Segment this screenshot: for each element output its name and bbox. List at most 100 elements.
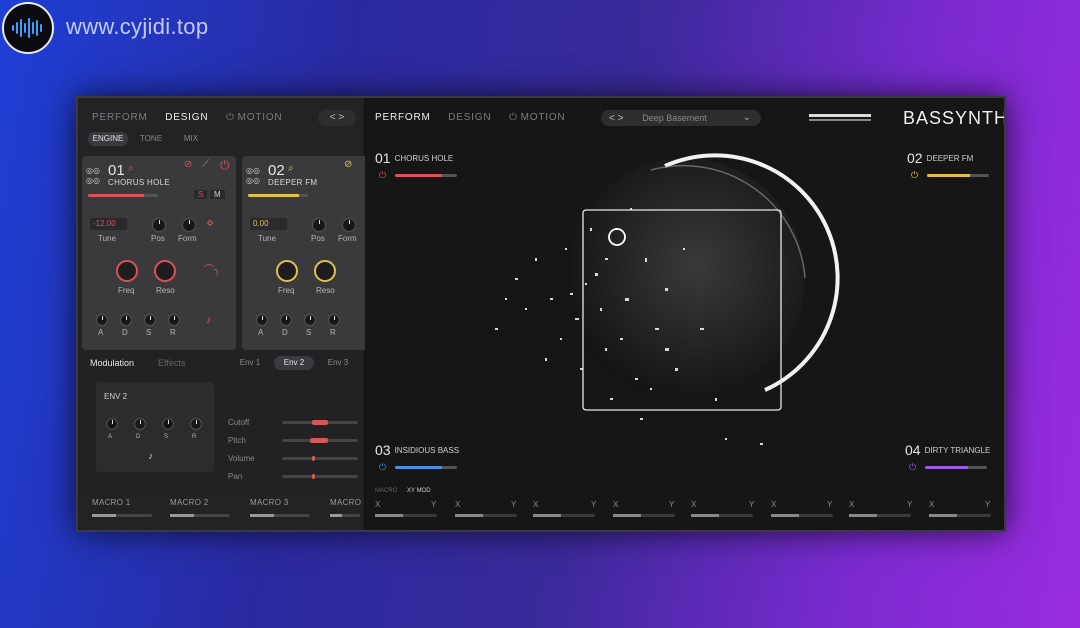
slot-1-decay-knob[interactable] xyxy=(120,314,132,326)
tab-env-1[interactable]: Env 1 xyxy=(232,356,268,370)
slot-2-decay-knob[interactable] xyxy=(280,314,292,326)
xy-8-y[interactable]: Y xyxy=(985,500,990,509)
slot-1-release-knob[interactable] xyxy=(168,314,180,326)
slot-2-level-bar[interactable] xyxy=(248,194,308,197)
mod-row-pitch-slider[interactable] xyxy=(282,438,358,443)
slot-1-attack-knob[interactable] xyxy=(96,314,108,326)
xy-3-bar[interactable] xyxy=(533,514,595,517)
slot-2-tune-value[interactable]: 0.00 xyxy=(250,218,287,230)
tab-modulation[interactable]: Modulation xyxy=(90,358,134,368)
slot-1-routing-icon[interactable]: ◎◎ ◎◎ xyxy=(86,166,100,186)
slot-2-freq-knob[interactable] xyxy=(276,260,298,282)
layer-04-power-icon[interactable]: ⏻ xyxy=(909,462,916,473)
xy-5-x[interactable]: X xyxy=(691,500,696,509)
slot-2-routing-icon[interactable]: ◎◎ ◎◎ xyxy=(246,166,260,186)
xy-8-bar[interactable] xyxy=(929,514,991,517)
slot-1-sustain-knob[interactable] xyxy=(144,314,156,326)
env-2-attack-knob[interactable] xyxy=(106,418,118,430)
xy-1-y[interactable]: Y xyxy=(431,500,436,509)
macro-1-label[interactable]: MACRO 1 xyxy=(92,498,131,507)
xy-5-bar[interactable] xyxy=(691,514,753,517)
layer-02[interactable]: 02 DEEPER FM ⏻ xyxy=(907,150,989,181)
xy-2-x[interactable]: X xyxy=(455,500,460,509)
perform-tab-motion[interactable]: MOTION xyxy=(521,112,566,123)
layer-02-power-icon[interactable]: ⏻ xyxy=(911,170,918,181)
layer-01-power-icon[interactable]: ⏻ xyxy=(379,170,386,181)
slot-1-wave-shape-icon[interactable]: ⋄ xyxy=(206,216,214,229)
xy-7-x[interactable]: X xyxy=(849,500,854,509)
env-2-note-icon[interactable]: ♪ xyxy=(148,452,153,462)
slot-1-note-icon[interactable]: ♪ xyxy=(206,316,211,326)
xy-4-x[interactable]: X xyxy=(613,500,618,509)
layer-01[interactable]: 01 CHORUS HOLE ⏻ xyxy=(375,150,457,181)
slot-1-link-icon[interactable]: ⟋ xyxy=(202,160,209,170)
subtab-mix[interactable]: MIX xyxy=(174,132,208,146)
slot-1-pos-knob[interactable] xyxy=(152,218,166,232)
prev-next-arrows[interactable]: < > xyxy=(318,110,356,126)
perform-tab-perform[interactable]: PERFORM xyxy=(375,112,431,123)
slot-2-search-icon[interactable]: ⌕ xyxy=(288,164,294,174)
xy-3-x[interactable]: X xyxy=(533,500,538,509)
preset-dropdown-icon[interactable]: ⌄ xyxy=(743,110,751,126)
slot-2-pos-knob[interactable] xyxy=(312,218,326,232)
env-2-sustain-knob[interactable] xyxy=(162,418,174,430)
mod-row-volume-slider[interactable] xyxy=(282,456,358,461)
xy-6-x[interactable]: X xyxy=(771,500,776,509)
slot-2-sustain-knob[interactable] xyxy=(304,314,316,326)
mod-row-cutoff-slider[interactable] xyxy=(282,420,358,425)
slot-1-filter-curve-icon[interactable]: ⌒╮ xyxy=(204,266,220,276)
xy-7-y[interactable]: Y xyxy=(907,500,912,509)
bottom-tab-macro[interactable]: MACRO xyxy=(375,488,397,494)
perform-tab-design[interactable]: DESIGN xyxy=(448,112,491,123)
slot-1-reso-knob[interactable] xyxy=(154,260,176,282)
layer-03-level[interactable] xyxy=(395,466,457,469)
mod-row-pan-slider[interactable] xyxy=(282,474,358,479)
preset-name[interactable]: Deep Basement xyxy=(642,113,707,123)
xy-2-bar[interactable] xyxy=(455,514,517,517)
env-2-release-knob[interactable] xyxy=(190,418,202,430)
macro-2-label[interactable]: MACRO 2 xyxy=(170,498,209,507)
master-volume-bar-2[interactable] xyxy=(809,119,871,121)
layer-03-power-icon[interactable]: ⏻ xyxy=(379,462,386,473)
tab-effects[interactable]: Effects xyxy=(158,358,185,368)
bottom-tab-xy-mod[interactable]: XY MOD xyxy=(407,488,431,494)
macro-3-label[interactable]: MACRO 3 xyxy=(250,498,289,507)
xy-4-bar[interactable] xyxy=(613,514,675,517)
xy-3-y[interactable]: Y xyxy=(591,500,596,509)
slot-1-mute-icon[interactable]: ⊘ xyxy=(184,160,192,170)
xy-6-bar[interactable] xyxy=(771,514,833,517)
tab-perform[interactable]: PERFORM xyxy=(92,112,148,123)
xy-5-y[interactable]: Y xyxy=(749,500,754,509)
slot-2-release-knob[interactable] xyxy=(328,314,340,326)
preset-browser[interactable]: < > Deep Basement ⌄ xyxy=(601,110,761,126)
slot-1-solo[interactable]: S xyxy=(194,190,208,199)
subtab-tone[interactable]: TONE xyxy=(134,132,168,146)
master-volume-bar[interactable] xyxy=(809,114,871,117)
slot-1-power-icon[interactable]: ⏻ xyxy=(220,159,230,171)
xy-8-x[interactable]: X xyxy=(929,500,934,509)
slot-1-form-knob[interactable] xyxy=(182,218,196,232)
layer-02-level[interactable] xyxy=(927,174,989,177)
slot-2-mute-icon[interactable]: ⊘ xyxy=(344,160,352,170)
layer-01-level[interactable] xyxy=(395,174,457,177)
subtab-engine[interactable]: ENGINE xyxy=(88,132,128,146)
slot-2-form-knob[interactable] xyxy=(342,218,356,232)
xy-1-x[interactable]: X xyxy=(375,500,380,509)
xy-2-y[interactable]: Y xyxy=(511,500,516,509)
tab-motion[interactable]: MOTION xyxy=(238,112,283,123)
tab-env-3[interactable]: Env 3 xyxy=(320,356,356,370)
slot-1-tune-value[interactable]: -12.00 xyxy=(90,218,127,230)
slot-1-freq-knob[interactable] xyxy=(116,260,138,282)
xy-7-bar[interactable] xyxy=(849,514,911,517)
slot-1-search-icon[interactable]: ⌕ xyxy=(128,164,134,174)
macro-3-slider[interactable] xyxy=(250,514,310,517)
layer-03[interactable]: 03 INSIDIOUS BASS ⏻ xyxy=(375,442,459,472)
macro-4-slider[interactable] xyxy=(330,514,360,517)
layer-04-level[interactable] xyxy=(925,466,987,469)
layer-04[interactable]: 04 DIRTY TRIANGLE ⏻ xyxy=(905,442,990,472)
xy-4-y[interactable]: Y xyxy=(669,500,674,509)
env-2-decay-knob[interactable] xyxy=(134,418,146,430)
xy-6-y[interactable]: Y xyxy=(827,500,832,509)
xy-1-bar[interactable] xyxy=(375,514,437,517)
slot-1-level-bar[interactable] xyxy=(88,194,158,197)
